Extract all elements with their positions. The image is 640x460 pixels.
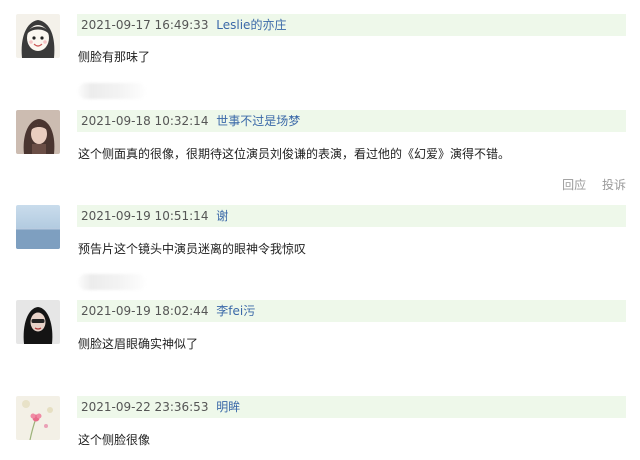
comment-timestamp: 2021-09-22 23:36:53 — [81, 400, 209, 414]
blurred-content — [78, 274, 146, 290]
comment-meta: 2021-09-19 10:51:14 谢 — [77, 205, 626, 227]
report-link[interactable]: 投诉 — [602, 178, 626, 192]
comment-timestamp: 2021-09-19 18:02:44 — [81, 304, 209, 318]
comment-text: 侧脸有那味了 — [78, 50, 151, 64]
comment-meta: 2021-09-17 16:49:33 Leslie的亦庄 — [77, 14, 626, 36]
sea-landscape-avatar[interactable] — [16, 205, 60, 249]
reply-link[interactable]: 回应 — [562, 178, 586, 192]
comment-text: 预告片这个镜头中演员迷离的眼神令我惊叹 — [78, 242, 307, 256]
comment-meta: 2021-09-19 18:02:44 李fei污 — [77, 300, 626, 322]
comment-meta: 2021-09-18 10:32:14 世事不过是场梦 — [77, 110, 626, 132]
comment-username[interactable]: 李fei污 — [216, 304, 255, 318]
cartoon-face-avatar[interactable] — [16, 14, 60, 58]
comment-text: 这个侧面真的很像，很期待这位演员刘俊谦的表演，看过他的《幻爱》演得不错。 — [78, 147, 511, 161]
woman-portrait-avatar[interactable] — [16, 110, 60, 154]
comment-actions: 回应 投诉 — [550, 176, 626, 193]
comment-username[interactable]: 明眸 — [216, 400, 240, 414]
flower-avatar[interactable] — [16, 396, 60, 440]
blurred-content — [78, 83, 146, 99]
comment-username[interactable]: Leslie的亦庄 — [216, 18, 286, 32]
comment-timestamp: 2021-09-19 10:51:14 — [81, 209, 209, 223]
comment-text: 侧脸这眉眼确实神似了 — [78, 337, 199, 351]
comment-username[interactable]: 谢 — [216, 209, 228, 223]
comment-username[interactable]: 世事不过是场梦 — [216, 114, 300, 128]
comment-timestamp: 2021-09-17 16:49:33 — [81, 18, 209, 32]
comment-meta: 2021-09-22 23:36:53 明眸 — [77, 396, 626, 418]
dark-portrait-avatar[interactable] — [16, 300, 60, 344]
comment-timestamp: 2021-09-18 10:32:14 — [81, 114, 209, 128]
comment-text: 这个侧脸很像 — [78, 433, 151, 447]
comment-list: 2021-09-17 16:49:33 Leslie的亦庄 侧脸有那味了 202… — [0, 0, 640, 460]
